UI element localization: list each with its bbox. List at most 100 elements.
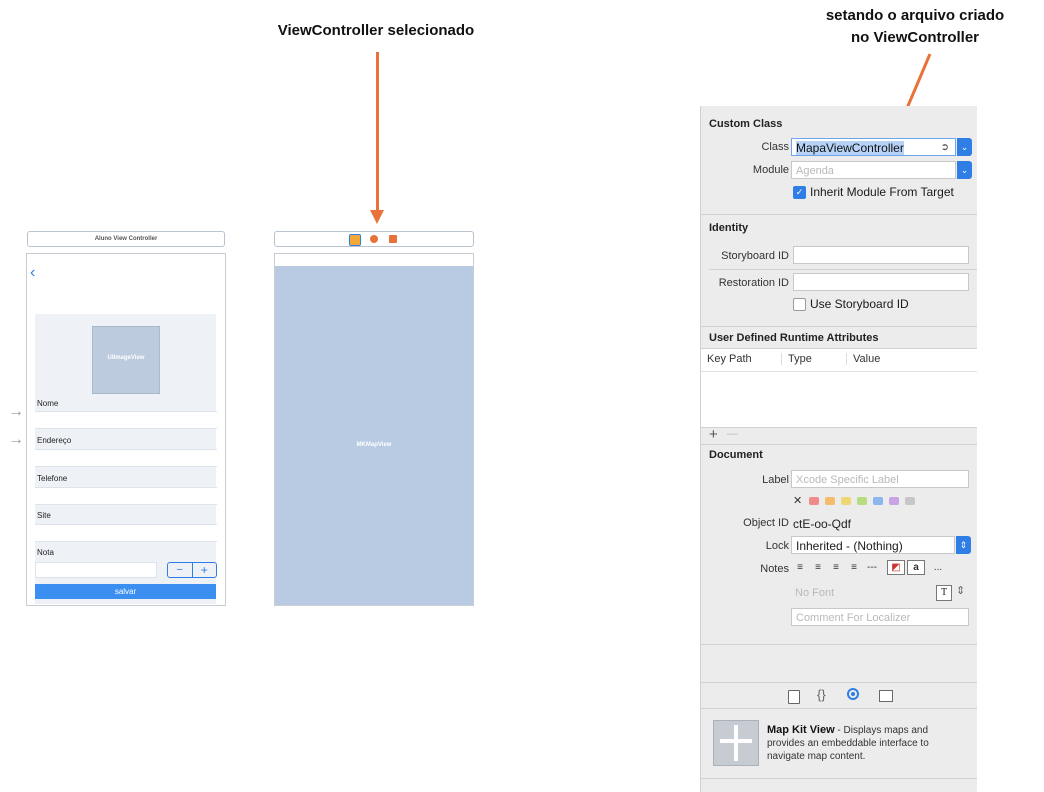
custom-class-header: Custom Class	[709, 118, 783, 130]
module-label: Module	[752, 164, 789, 176]
background-color-button[interactable]: ◩	[887, 560, 905, 575]
separator	[701, 214, 977, 215]
column-key-path[interactable]: Key Path	[707, 353, 752, 365]
document-label-field[interactable]: Xcode Specific Label	[791, 470, 969, 488]
add-attribute-button[interactable]: +	[709, 426, 718, 443]
first-responder-icon[interactable]	[370, 235, 378, 243]
swatch-orange[interactable]	[825, 497, 835, 505]
font-placeholder: No Font	[795, 587, 835, 599]
field-label-nome: Nome	[37, 399, 59, 408]
class-label: Class	[761, 141, 789, 153]
class-field[interactable]: MapaViewController ➲	[791, 138, 956, 156]
swatch-gray[interactable]	[905, 497, 915, 505]
swatch-red[interactable]	[809, 497, 819, 505]
circle-target-icon[interactable]	[847, 688, 859, 700]
swatch-blue[interactable]	[873, 497, 883, 505]
stepper-plus-button[interactable]: +	[193, 563, 217, 577]
map-kit-view-library-text: Map Kit View - Displays maps and provide…	[767, 724, 965, 763]
notes-label: Notes	[760, 563, 789, 575]
use-storyboard-id-checkbox[interactable]	[793, 298, 806, 311]
swatch-purple[interactable]	[889, 497, 899, 505]
field-input-site[interactable]	[35, 524, 217, 542]
font-button[interactable]: T	[936, 585, 952, 601]
color-label-row[interactable]: ✕	[793, 494, 943, 507]
table-header-divider	[701, 371, 977, 372]
annotation-arrow-left	[376, 52, 379, 212]
align-natural-button[interactable]: ---	[863, 560, 881, 576]
runtime-attributes-table[interactable]: Key Path Type Value	[701, 348, 977, 428]
segue-arrow-icon: →	[8, 431, 24, 448]
image-view-label: UIImageView	[107, 355, 145, 361]
file-icon[interactable]	[788, 690, 800, 704]
identity-inspector: Custom Class Class MapaViewController ➲ …	[700, 106, 977, 792]
restoration-id-label: Restoration ID	[718, 277, 789, 289]
segue-arrow-icon: →	[8, 403, 24, 420]
scene-aluno-view-controller[interactable]: ‹ UIImageView Nome Endereço Telefone Sit…	[26, 253, 226, 606]
inherit-module-label: Inherit Module From Target	[810, 185, 954, 199]
field-label-telefone: Telefone	[37, 474, 68, 483]
annotation-class-set-line2: no ViewController	[850, 29, 980, 46]
map-view[interactable]: MKMapView	[275, 266, 473, 605]
more-options-button[interactable]: ...	[929, 560, 947, 576]
map-kit-view-title: Map Kit View	[767, 724, 835, 736]
clear-label-icon[interactable]: ✕	[793, 494, 802, 507]
object-id-label: Object ID	[743, 517, 789, 529]
module-field[interactable]: Agenda	[791, 161, 956, 179]
stepper-minus-button[interactable]: −	[168, 563, 193, 577]
field-label-endereco: Endereço	[37, 436, 72, 445]
field-input-telefone[interactable]	[35, 487, 217, 505]
column-type[interactable]: Type	[781, 353, 812, 365]
storyboard-id-label: Storyboard ID	[721, 250, 789, 262]
map-view-label: MKMapView	[356, 442, 392, 448]
column-value[interactable]: Value	[846, 353, 880, 365]
separator	[701, 326, 977, 327]
field-input-nome[interactable]	[35, 411, 217, 429]
scene-map-view-controller[interactable]: MKMapView	[274, 253, 474, 606]
text-color-button[interactable]: a	[907, 560, 925, 575]
inherit-module-checkbox[interactable]: ✓	[793, 186, 806, 199]
image-view[interactable]: UIImageView	[92, 326, 160, 394]
lock-value: Inherited - (Nothing)	[796, 539, 903, 553]
map-kit-view-library-icon[interactable]	[713, 720, 759, 766]
align-left-button[interactable]: ≡	[793, 560, 807, 576]
nota-input[interactable]	[35, 562, 157, 578]
annotation-class-set-line1: setando o arquivo criado	[825, 7, 1005, 24]
exit-icon[interactable]	[389, 235, 397, 243]
lock-label: Lock	[765, 540, 789, 552]
storyboard-id-field[interactable]	[793, 246, 969, 264]
panel-icon[interactable]	[879, 690, 893, 702]
use-storyboard-id-label: Use Storyboard ID	[810, 297, 909, 311]
swatch-green[interactable]	[857, 497, 867, 505]
font-field[interactable]: No Font	[791, 584, 931, 602]
separator	[701, 682, 977, 683]
view-controller-icon[interactable]	[349, 234, 361, 246]
module-dropdown-button[interactable]: ⌄	[957, 161, 972, 179]
align-center-button[interactable]: ≡	[811, 560, 825, 576]
field-label-nota: Nota	[37, 548, 54, 557]
class-dropdown-button[interactable]: ⌄	[957, 138, 972, 156]
lock-dropdown-button[interactable]: ⇕	[956, 536, 971, 554]
swatch-yellow[interactable]	[841, 497, 851, 505]
scene-title-aluno[interactable]: Aluno View Controller	[27, 231, 225, 247]
comment-field[interactable]: Comment For Localizer	[791, 608, 969, 626]
save-button[interactable]: salvar	[35, 584, 216, 599]
scene-dock-map[interactable]	[274, 231, 474, 247]
field-input-endereco[interactable]	[35, 449, 217, 467]
remove-attribute-button[interactable]: —	[727, 428, 738, 440]
notes-toolbar: ≡ ≡ ≡ ≡ --- ◩ a ...	[793, 560, 973, 576]
nota-stepper[interactable]: − +	[167, 562, 217, 578]
align-justify-button[interactable]: ≡	[847, 560, 861, 576]
restoration-id-field[interactable]	[793, 273, 969, 291]
comment-placeholder: Comment For Localizer	[796, 612, 911, 624]
document-label-label: Label	[762, 474, 789, 486]
separator	[701, 444, 977, 445]
lock-select[interactable]: Inherited - (Nothing)	[791, 536, 955, 554]
separator	[701, 778, 977, 779]
align-right-button[interactable]: ≡	[829, 560, 843, 576]
field-label-site: Site	[37, 511, 51, 520]
class-arrow-icon[interactable]: ➲	[941, 139, 949, 157]
document-label-placeholder: Xcode Specific Label	[796, 474, 899, 486]
chevron-left-icon[interactable]: ‹	[30, 264, 35, 282]
braces-icon[interactable]: {}	[817, 687, 826, 702]
font-stepper-icon[interactable]: ⇕	[956, 584, 965, 597]
